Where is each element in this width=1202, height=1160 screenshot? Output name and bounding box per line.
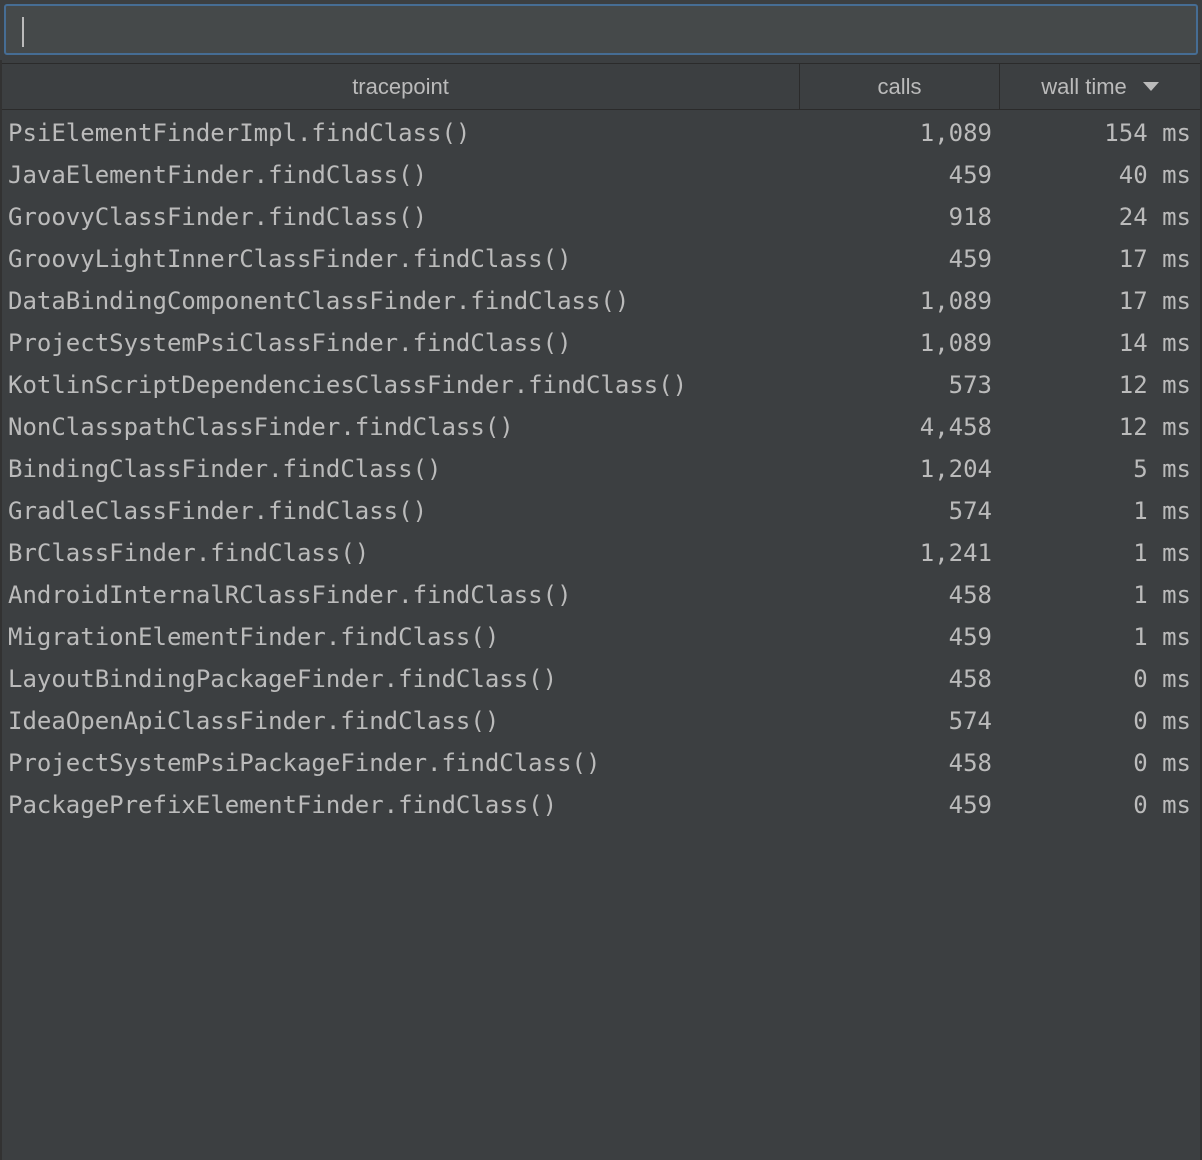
calls-cell: 1,089 <box>919 329 992 357</box>
calls-cell: 918 <box>948 203 992 231</box>
calls-cell: 459 <box>948 245 992 273</box>
table-row[interactable]: AndroidInternalRClassFinder.findClass() 4… <box>2 574 1200 616</box>
tracepoint-cell: ProjectSystemPsiClassFinder.findClass() <box>8 329 572 357</box>
wall-time-cell: 5 ms <box>1133 455 1191 483</box>
table-row[interactable]: GroovyLightInnerClassFinder.findClass() 4… <box>2 238 1200 280</box>
calls-cell: 574 <box>948 707 992 735</box>
calls-cell: 1,089 <box>919 119 992 147</box>
table-row[interactable]: NonClasspathClassFinder.findClass() 4,458… <box>2 406 1200 448</box>
tracepoint-cell: KotlinScriptDependenciesClassFinder.find… <box>8 371 688 399</box>
tracepoint-cell: PackagePrefixElementFinder.findClass() <box>8 791 558 819</box>
wall-time-cell: 1 ms <box>1133 623 1191 651</box>
wall-time-cell: 0 ms <box>1133 707 1191 735</box>
table-row[interactable]: BrClassFinder.findClass() 1,241 1 ms <box>2 532 1200 574</box>
calls-cell: 1,089 <box>919 287 992 315</box>
wall-time-cell: 40 ms <box>1118 161 1191 189</box>
table-row[interactable]: MigrationElementFinder.findClass() 459 1 m… <box>2 616 1200 658</box>
search-input[interactable] <box>6 6 1196 53</box>
calls-cell: 573 <box>948 371 992 399</box>
text-caret <box>22 17 24 47</box>
tracepoint-cell: BrClassFinder.findClass() <box>8 539 370 567</box>
tracepoint-cell: GradleClassFinder.findClass() <box>8 497 428 525</box>
calls-cell: 459 <box>948 791 992 819</box>
calls-cell: 458 <box>948 749 992 777</box>
table-row[interactable]: ProjectSystemPsiPackageFinder.findClass(… <box>2 742 1200 784</box>
wall-time-cell: 17 ms <box>1118 245 1191 273</box>
sort-descending-icon <box>1142 81 1159 91</box>
table-row[interactable]: KotlinScriptDependenciesClassFinder.find… <box>2 364 1200 406</box>
wall-time-cell: 0 ms <box>1133 749 1191 777</box>
wall-time-cell: 1 ms <box>1133 539 1191 567</box>
calls-cell: 458 <box>948 581 992 609</box>
table-row[interactable]: IdeaOpenApiClassFinder.findClass() 574 0 m… <box>2 700 1200 742</box>
table-row[interactable]: GradleClassFinder.findClass() 574 1 ms <box>2 490 1200 532</box>
table-row[interactable]: DataBindingComponentClassFinder.findClas… <box>2 280 1200 322</box>
table-row[interactable]: JavaElementFinder.findClass() 459 40 ms <box>2 154 1200 196</box>
tracepoint-cell: JavaElementFinder.findClass() <box>8 161 428 189</box>
wall-time-cell: 0 ms <box>1133 665 1191 693</box>
tracepoint-stats-panel: tracepoint calls wall time PsiElementFin… <box>0 0 1202 1160</box>
tracepoint-cell: BindingClassFinder.findClass() <box>8 455 442 483</box>
calls-cell: 1,204 <box>919 455 992 483</box>
wall-time-cell: 12 ms <box>1118 413 1191 441</box>
tracepoint-cell: ProjectSystemPsiPackageFinder.findClass(… <box>8 749 601 777</box>
column-header-calls[interactable]: calls <box>799 64 999 109</box>
column-header-calls-label: calls <box>877 74 922 99</box>
calls-cell: 458 <box>948 665 992 693</box>
table-row[interactable]: ProjectSystemPsiClassFinder.findClass() 1… <box>2 322 1200 364</box>
table-header: tracepoint calls wall time <box>2 63 1200 110</box>
tracepoint-cell: AndroidInternalRClassFinder.findClass() <box>8 581 572 609</box>
table-row[interactable]: GroovyClassFinder.findClass() 918 24 ms <box>2 196 1200 238</box>
wall-time-cell: 24 ms <box>1118 203 1191 231</box>
calls-cell: 1,241 <box>919 539 992 567</box>
wall-time-cell: 154 ms <box>1104 119 1191 147</box>
column-header-wall-time-label: wall time <box>1041 74 1127 99</box>
wall-time-cell: 1 ms <box>1133 497 1191 525</box>
tracepoint-cell: IdeaOpenApiClassFinder.findClass() <box>8 707 500 735</box>
tracepoint-cell: GroovyLightInnerClassFinder.findClass() <box>8 245 572 273</box>
tracepoint-cell: MigrationElementFinder.findClass() <box>8 623 500 651</box>
wall-time-cell: 17 ms <box>1118 287 1191 315</box>
tracepoint-cell: DataBindingComponentClassFinder.findClas… <box>8 287 630 315</box>
table-row[interactable]: PackagePrefixElementFinder.findClass() 45… <box>2 784 1200 826</box>
wall-time-cell: 14 ms <box>1118 329 1191 357</box>
calls-cell: 459 <box>948 161 992 189</box>
calls-cell: 4,458 <box>919 413 992 441</box>
tracepoint-cell: PsiElementFinderImpl.findClass() <box>8 119 471 147</box>
calls-cell: 574 <box>948 497 992 525</box>
column-header-tracepoint[interactable]: tracepoint <box>2 64 799 109</box>
column-header-tracepoint-label: tracepoint <box>352 74 449 99</box>
search-box[interactable] <box>4 4 1198 55</box>
calls-cell: 459 <box>948 623 992 651</box>
tracepoint-cell: LayoutBindingPackageFinder.findClass() <box>8 665 558 693</box>
wall-time-cell: 1 ms <box>1133 581 1191 609</box>
tracepoint-cell: GroovyClassFinder.findClass() <box>8 203 428 231</box>
wall-time-cell: 0 ms <box>1133 791 1191 819</box>
table-body: PsiElementFinderImpl.findClass() 1,089 154… <box>2 112 1200 826</box>
column-header-wall-time[interactable]: wall time <box>999 64 1200 109</box>
table-row[interactable]: BindingClassFinder.findClass() 1,204 5 ms <box>2 448 1200 490</box>
table-row[interactable]: PsiElementFinderImpl.findClass() 1,089 154… <box>2 112 1200 154</box>
wall-time-cell: 12 ms <box>1118 371 1191 399</box>
table-row[interactable]: LayoutBindingPackageFinder.findClass() 45… <box>2 658 1200 700</box>
tracepoint-cell: NonClasspathClassFinder.findClass() <box>8 413 514 441</box>
